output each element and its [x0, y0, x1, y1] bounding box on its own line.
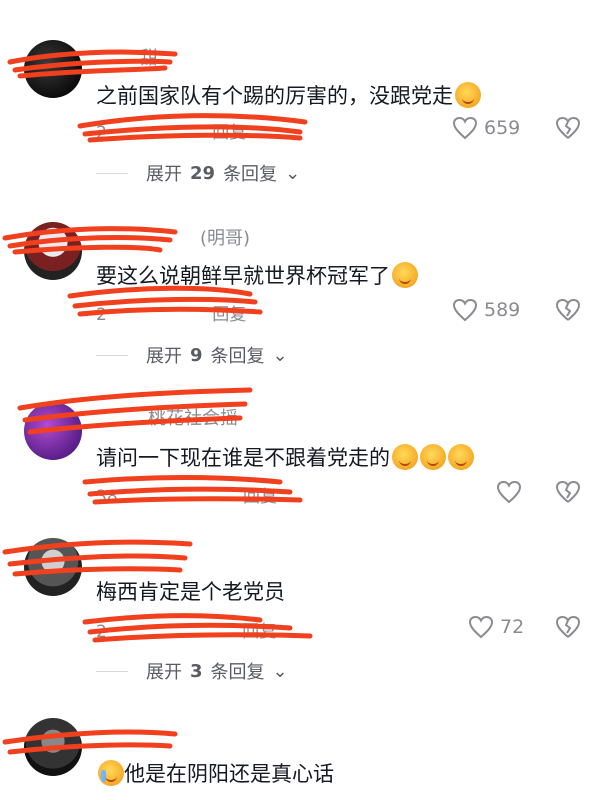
- grin-emoji-icon: [420, 444, 446, 470]
- like-button[interactable]: 659: [452, 116, 520, 140]
- comment-text-content: 他是在阴阳还是真心话: [124, 762, 334, 786]
- expand-prefix: 展开: [146, 662, 182, 683]
- comment-text-content: 梅西肯定是个老党员: [96, 580, 285, 604]
- avatar[interactable]: [24, 538, 82, 596]
- chevron-down-icon: ⌄: [285, 162, 301, 184]
- divider: [96, 354, 128, 356]
- comment-text-content: 要这么说朝鲜早就世界杯冠军了: [96, 264, 390, 288]
- comment-meta: 2 回复: [96, 617, 276, 642]
- reply-button[interactable]: 回复: [242, 622, 276, 642]
- smile-emoji-icon: [392, 262, 418, 288]
- comment-time: 2: [96, 123, 107, 143]
- comment-nickname[interactable]: 桃花社会摇: [148, 404, 238, 430]
- chevron-down-icon: ⌄: [272, 344, 288, 366]
- comment-text-content: 请问一下现在谁是不跟着党走的: [96, 446, 390, 470]
- dislike-button[interactable]: [555, 480, 581, 504]
- avatar[interactable]: [24, 718, 82, 776]
- broken-heart-icon: [555, 298, 581, 321]
- comment-text: 梅西肯定是个老党员: [96, 576, 285, 606]
- reply-button[interactable]: 回复: [212, 305, 246, 325]
- dislike-button[interactable]: [555, 615, 581, 639]
- divider: [96, 670, 128, 672]
- like-count: 72: [500, 616, 525, 638]
- comment-text: 请问一下现在谁是不跟着党走的: [96, 442, 474, 472]
- comment-meta: 2 回复: [96, 300, 246, 325]
- comment-time: 2: [96, 622, 107, 642]
- dislike-button[interactable]: [555, 116, 581, 140]
- dislike-button[interactable]: [555, 298, 581, 322]
- expand-replies[interactable]: 展开 29 条回复 ⌄: [96, 160, 300, 186]
- expand-prefix: 展开: [146, 164, 182, 185]
- comment-meta: 2 回复: [96, 118, 246, 143]
- expand-prefix: 展开: [146, 346, 182, 367]
- avatar[interactable]: [24, 40, 82, 98]
- expand-replies[interactable]: 展开 3 条回复 ⌄: [96, 658, 288, 684]
- like-count: 589: [484, 299, 521, 321]
- heart-icon: [452, 116, 478, 140]
- expand-suffix: 条回复: [223, 164, 278, 185]
- reply-button[interactable]: 回复: [212, 123, 246, 143]
- broken-heart-icon: [555, 615, 581, 638]
- reply-button[interactable]: 回复: [243, 487, 277, 507]
- cry-emoji-icon: [98, 760, 124, 786]
- comment-text: 之前国家队有个踢的厉害的，没跟党走: [96, 80, 481, 110]
- grin-emoji-icon: [392, 444, 418, 470]
- heart-icon: [468, 615, 494, 639]
- expand-count: 3: [190, 660, 203, 682]
- like-button[interactable]: 589: [452, 298, 520, 322]
- comment-time: 38: [96, 487, 118, 507]
- heart-icon: [496, 480, 522, 504]
- comment-text-content: 之前国家队有个踢的厉害的，没跟党走: [96, 84, 453, 108]
- chevron-down-icon: ⌄: [272, 660, 288, 682]
- comment-meta: 38 回复: [96, 482, 277, 507]
- grin-emoji-icon: [448, 444, 474, 470]
- comment-text: 他是在阴阳还是真心话: [96, 758, 334, 788]
- expand-suffix: 条回复: [210, 662, 265, 683]
- expand-replies[interactable]: 展开 9 条回复 ⌄: [96, 342, 288, 368]
- heart-icon: [452, 298, 478, 322]
- like-count: 659: [484, 117, 521, 139]
- divider: [96, 172, 128, 174]
- comment-time: 2: [96, 305, 107, 325]
- avatar[interactable]: [24, 402, 82, 460]
- broken-heart-icon: [555, 116, 581, 139]
- comment-text: 要这么说朝鲜早就世界杯冠军了: [96, 260, 418, 290]
- expand-count: 9: [190, 344, 203, 366]
- like-button[interactable]: [496, 480, 522, 504]
- grin-emoji-icon: [455, 82, 481, 108]
- broken-heart-icon: [555, 480, 581, 503]
- comment-nickname[interactable]: 甜: [140, 44, 158, 70]
- expand-count: 29: [190, 162, 216, 184]
- avatar[interactable]: [24, 222, 82, 280]
- like-button[interactable]: 72: [468, 615, 524, 639]
- comment-nickname[interactable]: (明哥): [200, 224, 250, 250]
- expand-suffix: 条回复: [210, 346, 265, 367]
